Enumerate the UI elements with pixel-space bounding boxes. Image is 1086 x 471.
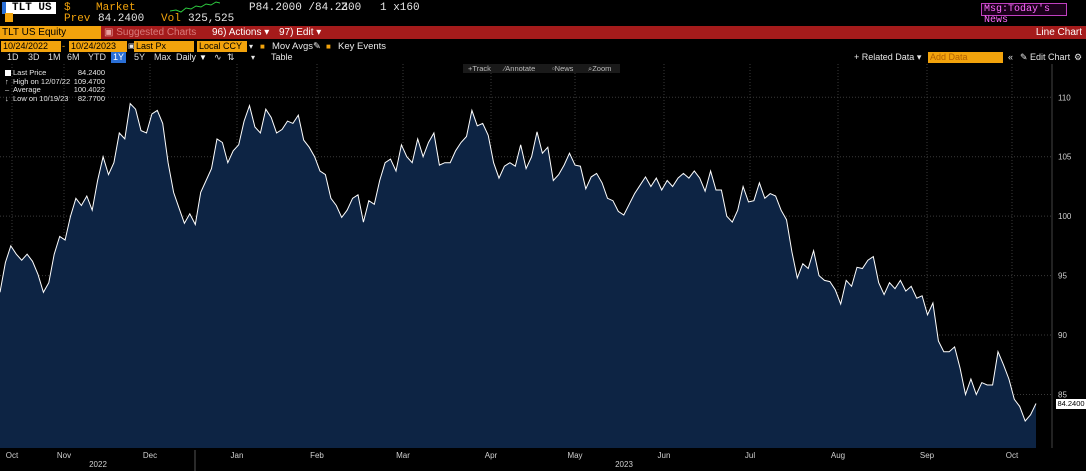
chart-legend: Last Price 84.2400 ↑ High on 12/07/22 10… <box>5 68 105 103</box>
collapse-icon[interactable]: « <box>1008 52 1013 63</box>
x-month-label: Feb <box>310 451 324 460</box>
x-year-label: 2023 <box>615 460 633 469</box>
last-price-tag: 84.2400 <box>1056 398 1086 409</box>
quote-bar: TLT US $ Market P84.2000 /84.2300 Z 1 x1… <box>0 0 1086 27</box>
function-bar: TLT US Equity ▣ Suggested Charts 96) Act… <box>0 26 1086 39</box>
x-month-label: May <box>567 451 582 460</box>
x-month-label: Jul <box>745 451 755 460</box>
square-marker-icon <box>5 70 11 76</box>
range-button-ytd[interactable]: YTD <box>86 52 108 63</box>
edit-chart-button[interactable]: ✎ Edit Chart <box>1020 52 1070 63</box>
quote-size: 1 x160 <box>380 2 420 14</box>
dropdown-arrow-icon: ▾ <box>264 27 270 38</box>
key-events-toggle[interactable]: Key Events <box>338 41 386 52</box>
y-tick-label: 95 <box>1058 272 1067 281</box>
mov-avgs-toggle[interactable]: Mov Avgs <box>272 41 313 52</box>
vol-label: Vol <box>161 13 181 25</box>
ohlc-icon[interactable]: ⇅ <box>227 52 235 63</box>
line-style-icon[interactable]: ∿ <box>214 52 222 63</box>
chart-toolbar: + Track ⁄ Annotate ▫ News ⌕ Zoom <box>463 64 620 73</box>
y-tick-label: 110 <box>1058 93 1071 102</box>
field-select[interactable]: Last Px <box>134 41 194 52</box>
pencil-icon[interactable]: ✎ <box>313 41 321 52</box>
legend-row-low: ↓ Low on 10/19/23 82.7700 <box>5 93 105 103</box>
dropdown-arrow-icon: ▾ <box>916 52 922 62</box>
settings-row: 10/24/2022 - 10/24/2023 ▣ Last Px Local … <box>0 40 1086 52</box>
checkbox-icon[interactable]: ■ <box>260 41 265 52</box>
gear-icon[interactable]: ⚙ <box>1074 52 1082 63</box>
zoom-button[interactable]: ⌕ Zoom <box>588 64 611 73</box>
key-events-checkbox-icon[interactable]: ■ <box>326 41 331 52</box>
related-data-button[interactable]: + Related Data ▾ <box>854 52 921 63</box>
x-month-label: Jun <box>658 451 671 460</box>
x-month-label: Apr <box>485 451 498 460</box>
periodicity-select[interactable]: Daily <box>176 52 196 63</box>
range-button-6m[interactable]: 6M <box>65 52 82 63</box>
periodicity-dropdown-icon[interactable]: ▼ <box>199 52 207 63</box>
security-field[interactable]: TLT US Equity <box>0 26 101 39</box>
news-message-box[interactable]: Msg:Today's News <box>981 3 1067 26</box>
ask-flag: Z <box>341 2 348 14</box>
end-date-field[interactable]: 10/24/2023 <box>69 41 127 52</box>
suggested-charts-button[interactable]: ▣ Suggested Charts <box>104 26 196 39</box>
x-month-label: Jan <box>231 451 244 460</box>
news-button[interactable]: ▫ News <box>552 64 573 73</box>
table-button[interactable]: Table <box>271 52 293 63</box>
x-month-label: Dec <box>143 451 157 460</box>
date-separator: - <box>62 41 66 52</box>
currency-dropdown-icon[interactable]: ▾ <box>249 41 253 52</box>
range-row: 1D 3D 1M 6M YTD 1Y 5Y Max Daily ▼ ∿ ⇅ ▾ Table +… <box>0 52 1086 64</box>
prev-label: Prev <box>64 13 91 25</box>
alert-icon <box>5 13 13 22</box>
sparkline-icon <box>170 1 220 13</box>
dropdown-arrow-icon: ▾ <box>316 27 322 38</box>
range-button-5y[interactable]: 5Y <box>132 52 147 63</box>
x-month-label: Oct <box>6 451 19 460</box>
range-button-3d[interactable]: 3D <box>26 52 42 63</box>
y-tick-label: 90 <box>1058 331 1067 340</box>
y-tick-label: 100 <box>1058 212 1072 221</box>
annotate-button[interactable]: ⁄ Annotate <box>504 64 535 73</box>
prev-value: 84.2400 <box>98 13 145 25</box>
x-month-label: Mar <box>396 451 410 460</box>
actions-menu[interactable]: 96) Actions ▾ <box>212 26 269 39</box>
price-chart[interactable]: 85 90 95 100 105 110 Oct Nov Dec Jan Feb Mar Apr May J… <box>0 64 1086 471</box>
chart-canvas[interactable]: 859095100105110Oct Nov Dec Jan Feb Mar Apr May J… <box>0 64 1086 471</box>
start-date-field[interactable]: 10/24/2022 <box>1 41 61 52</box>
y-tick-label: 105 <box>1058 153 1072 162</box>
x-month-label: Nov <box>57 451 71 460</box>
x-month-label: Sep <box>920 451 935 460</box>
x-month-label: Oct <box>1006 451 1019 460</box>
edit-menu[interactable]: 97) Edit ▾ <box>279 26 321 39</box>
arrow-down-icon: ↓ <box>5 93 9 103</box>
range-button-max[interactable]: Max <box>152 52 173 63</box>
more-dropdown-icon[interactable]: ▾ <box>251 52 255 63</box>
range-button-1y[interactable]: 1Y <box>111 52 127 63</box>
range-button-1m[interactable]: 1M <box>46 52 63 63</box>
range-button-1d[interactable]: 1D <box>5 52 21 63</box>
track-button[interactable]: + Track <box>468 64 491 73</box>
vol-value: 325,525 <box>188 13 235 25</box>
currency-select[interactable]: Local CCY <box>197 41 247 52</box>
add-data-input[interactable]: Add Data <box>928 52 1003 63</box>
x-year-label: 2022 <box>89 460 107 469</box>
chart-type-label: Line Chart <box>1035 27 1082 38</box>
x-month-label: Aug <box>831 451 845 460</box>
